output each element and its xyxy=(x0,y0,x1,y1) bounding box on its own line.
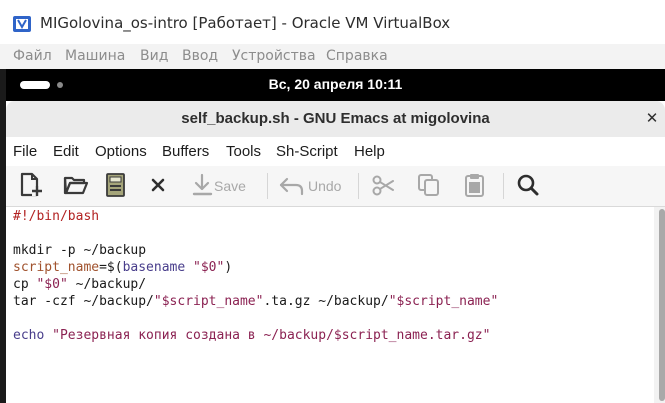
vbox-menu-help[interactable]: Справка xyxy=(326,48,388,64)
new-file-icon[interactable] xyxy=(18,171,44,201)
vbox-titlebar: MIGolovina_os-intro [Работает] - Oracle … xyxy=(0,0,665,44)
code-line[interactable]: cp "$0" ~/backup/ xyxy=(13,276,146,293)
code-line[interactable]: #!/bin/bash xyxy=(13,208,99,225)
code-token: ) xyxy=(224,260,233,275)
code-line[interactable]: mkdir -p ~/backup xyxy=(13,242,146,259)
undo-button[interactable]: Undo xyxy=(278,171,344,201)
emacs-window: self_backup.sh - GNU Emacs at migolovina… xyxy=(6,101,665,403)
paste-icon[interactable] xyxy=(463,171,487,201)
vbox-menu-input[interactable]: Ввод xyxy=(182,48,218,64)
code-token: cp xyxy=(13,277,37,292)
code-line[interactable]: script_name=$(basename "$0") xyxy=(13,259,232,276)
toolbar-separator xyxy=(358,173,359,199)
save-label: Save xyxy=(214,178,246,194)
open-folder-icon[interactable] xyxy=(62,171,90,201)
code-token: "$0" xyxy=(36,277,68,292)
menu-file[interactable]: File xyxy=(13,143,37,160)
code-token: "$0" xyxy=(193,260,225,275)
emacs-window-title: self_backup.sh - GNU Emacs at migolovina xyxy=(181,110,490,127)
code-token: tar -czf ~/backup/ xyxy=(13,294,154,309)
code-token: mkdir -p ~/backup xyxy=(13,243,147,258)
menu-edit[interactable]: Edit xyxy=(53,143,79,160)
code-token: script_name xyxy=(13,260,100,275)
cut-icon[interactable] xyxy=(370,171,396,201)
code-line[interactable]: echo "Резервная копия создана в ~/backup… xyxy=(13,327,490,344)
undo-label: Undo xyxy=(308,178,342,194)
emacs-buffer[interactable]: #!/bin/bash mkdir -p ~/backup script_name=… xyxy=(6,207,654,403)
vbox-window-title: MIGolovina_os-intro [Работает] - Oracle … xyxy=(40,14,451,32)
code-token: .ta.gz ~/backup/ xyxy=(263,294,389,309)
emacs-menubar: File Edit Options Buffers Tools Sh-Scrip… xyxy=(6,137,665,166)
code-token: ~/backup/ xyxy=(67,277,147,292)
save-button[interactable]: Save xyxy=(191,171,251,201)
code-token: echo xyxy=(13,328,45,343)
menu-options[interactable]: Options xyxy=(95,143,147,160)
emacs-toolbar: Save Undo xyxy=(6,166,665,207)
virtualbox-logo-icon xyxy=(12,14,34,34)
gnome-top-bar: Вс, 20 апреля 10:11 xyxy=(6,69,665,101)
search-icon[interactable] xyxy=(515,171,541,201)
toolbar-separator xyxy=(267,173,268,199)
code-token: =$( xyxy=(99,260,123,275)
copy-icon[interactable] xyxy=(416,171,442,201)
menu-sh-script[interactable]: Sh-Script xyxy=(276,143,338,160)
vbox-menu-file[interactable]: Файл xyxy=(13,48,52,64)
vbox-menu-view[interactable]: Вид xyxy=(140,48,168,64)
emacs-headerbar: self_backup.sh - GNU Emacs at migolovina… xyxy=(6,101,665,137)
vbox-menu-machine[interactable]: Машина xyxy=(65,48,125,64)
scrollbar-thumb[interactable] xyxy=(659,209,665,401)
menu-buffers[interactable]: Buffers xyxy=(162,143,209,160)
vbox-menubar: Файл Машина Вид Ввод Устройства Справка xyxy=(0,44,665,69)
clock[interactable]: Вс, 20 апреля 10:11 xyxy=(6,76,665,92)
code-token: #!/bin/bash xyxy=(13,209,100,224)
code-token: "$script_name" xyxy=(388,294,499,309)
save-file-icon[interactable] xyxy=(105,171,127,201)
code-token: "Резервная копия создана в ~/backup/$scr… xyxy=(52,328,491,343)
menu-tools[interactable]: Tools xyxy=(226,143,261,160)
toolbar-separator xyxy=(503,173,504,199)
vbox-menu-devices[interactable]: Устройства xyxy=(232,48,316,64)
code-token: "$script_name" xyxy=(153,294,264,309)
code-line[interactable]: tar -czf ~/backup/"$script_name".ta.gz ~… xyxy=(13,293,498,310)
close-buffer-icon[interactable] xyxy=(150,171,168,201)
code-token: basename xyxy=(122,260,186,275)
menu-help[interactable]: Help xyxy=(354,143,385,160)
close-icon[interactable]: ✕ xyxy=(644,110,660,126)
